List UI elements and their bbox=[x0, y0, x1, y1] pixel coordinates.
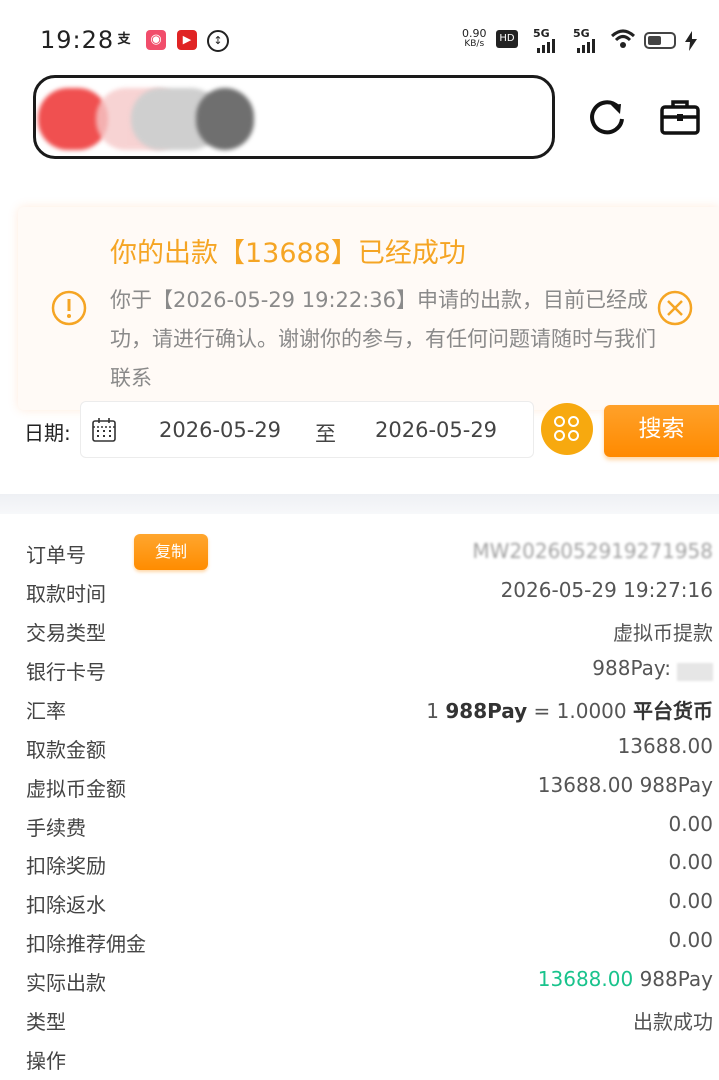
notification-title: 你的出款【13688】已经成功 bbox=[110, 238, 466, 269]
detail-label: 扣除返水 bbox=[26, 893, 106, 917]
warning-icon bbox=[51, 290, 87, 326]
redacted-card bbox=[677, 663, 713, 681]
app-notification-icon: ◉ bbox=[146, 30, 166, 50]
sim1-signal: 5G bbox=[533, 27, 555, 53]
rate-target: 平台货币 bbox=[633, 699, 713, 723]
detail-label: 扣除奖励 bbox=[26, 854, 106, 878]
signal-bars-icon bbox=[577, 39, 595, 53]
detail-value: 0.00 bbox=[668, 928, 713, 952]
detail-label: 订单号 bbox=[26, 543, 86, 567]
detail-row-status: 类型 出款成功 bbox=[0, 999, 719, 1037]
detail-label: 交易类型 bbox=[26, 621, 106, 645]
rate-prefix: 1 bbox=[426, 699, 440, 723]
account-banner[interactable] bbox=[33, 75, 555, 159]
net-speed: 0.90 KB/s bbox=[462, 28, 487, 50]
detail-value: 0.00 bbox=[668, 850, 713, 874]
charging-icon bbox=[685, 31, 697, 51]
detail-label: 扣除推荐佣金 bbox=[26, 932, 146, 956]
redacted-scribble bbox=[196, 88, 254, 150]
detail-value: 13688.00 bbox=[617, 734, 713, 758]
detail-label: 虚拟币金额 bbox=[26, 777, 126, 801]
video-app-icon: ▶ bbox=[177, 30, 197, 50]
detail-row-type: 交易类型 虚拟币提款 bbox=[0, 610, 719, 648]
net-speed-unit: KB/s bbox=[464, 39, 485, 49]
detail-row-time: 取款时间 2026-05-29 19:27:16 bbox=[0, 571, 719, 609]
date-range-separator: 至 bbox=[315, 422, 336, 446]
detail-value: 0.00 bbox=[668, 889, 713, 913]
status-bar: 19:28 支 ◉ ▶ ↕ 0.90 KB/s HD 5G 5G bbox=[0, 0, 719, 80]
grid-dot bbox=[568, 416, 579, 427]
clock: 19:28 bbox=[40, 26, 115, 54]
detail-label: 取款金额 bbox=[26, 738, 106, 762]
grid-dot bbox=[554, 430, 565, 441]
detail-value: 0.00 bbox=[668, 812, 713, 836]
detail-row-bonus-deduction: 扣除奖励 0.00 bbox=[0, 843, 719, 881]
payout-unit: 988Pay bbox=[639, 967, 713, 991]
date-label: 日期: bbox=[24, 421, 71, 445]
detail-label: 操作 bbox=[26, 1049, 66, 1073]
detail-row-rate: 汇率 1 988Pay = 1.0000 平台货币 bbox=[0, 688, 719, 726]
rate-coin: 988Pay bbox=[445, 699, 528, 723]
grid-dot bbox=[554, 416, 565, 427]
sim2-signal: 5G bbox=[573, 27, 595, 53]
detail-row-rebate-deduction: 扣除返水 0.00 bbox=[0, 882, 719, 920]
search-button[interactable]: 搜索 bbox=[604, 405, 719, 457]
detail-label: 银行卡号 bbox=[26, 660, 106, 684]
detail-row-actions: 操作 bbox=[0, 1038, 719, 1076]
battery-icon bbox=[644, 32, 676, 49]
detail-value: 988Pay: bbox=[592, 656, 671, 680]
detail-row-actual-payout: 实际出款 13688.00 988Pay bbox=[0, 960, 719, 998]
actual-payout: 13688.00 988Pay bbox=[538, 967, 713, 991]
detail-label: 实际出款 bbox=[26, 971, 106, 995]
detail-value: 2026-05-29 19:27:16 bbox=[500, 578, 713, 602]
rate-equals: = 1.0000 bbox=[533, 699, 627, 723]
payout-amount: 13688.00 bbox=[537, 967, 634, 991]
section-divider bbox=[0, 494, 719, 514]
battery-fill bbox=[648, 36, 661, 45]
detail-value: 虚拟币提款 bbox=[613, 621, 713, 645]
detail-row-referral-deduction: 扣除推荐佣金 0.00 bbox=[0, 921, 719, 959]
sync-status-icon: ↕ bbox=[207, 30, 229, 52]
detail-label: 类型 bbox=[26, 1010, 66, 1034]
date-range-picker[interactable]: 2026-05-29 至 2026-05-29 bbox=[80, 401, 534, 458]
refresh-icon[interactable] bbox=[585, 95, 629, 139]
copy-button[interactable]: 复制 bbox=[134, 534, 208, 570]
close-icon[interactable] bbox=[656, 289, 694, 327]
end-date[interactable]: 2026-05-29 bbox=[375, 418, 497, 442]
wallet-icon[interactable] bbox=[658, 95, 702, 139]
grid-dot bbox=[568, 430, 579, 441]
success-notification: 你的出款【13688】已经成功 你于【2026-05-29 19:22:36】申… bbox=[18, 207, 719, 410]
detail-value: 13688.00 988Pay bbox=[537, 773, 713, 797]
detail-row-card: 银行卡号 988Pay: bbox=[0, 649, 719, 687]
detail-label: 汇率 bbox=[26, 699, 66, 723]
wifi-icon bbox=[610, 29, 636, 48]
detail-label: 取款时间 bbox=[26, 582, 106, 606]
exchange-rate: 1 988Pay = 1.0000 平台货币 bbox=[426, 695, 713, 724]
detail-row-crypto-amount: 虚拟币金额 13688.00 988Pay bbox=[0, 766, 719, 804]
notification-body: 你于【2026-05-29 19:22:36】申请的出款，目前已经成功，请进行确… bbox=[110, 288, 656, 390]
start-date[interactable]: 2026-05-29 bbox=[159, 418, 281, 442]
signal-bars-icon bbox=[537, 39, 555, 53]
header bbox=[0, 70, 719, 186]
detail-label: 手续费 bbox=[26, 816, 86, 840]
detail-row-order-no: 订单号 复制 MW2026052919271958 bbox=[0, 532, 719, 570]
alipay-icon: 支 bbox=[117, 32, 131, 47]
net-speed-value: 0.90 bbox=[462, 27, 487, 40]
status-badge: 出款成功 bbox=[633, 1010, 713, 1034]
calendar-icon bbox=[92, 418, 116, 442]
hd-icon: HD bbox=[496, 30, 518, 48]
detail-row-amount: 取款金额 13688.00 bbox=[0, 727, 719, 765]
order-number: MW2026052919271958 bbox=[472, 539, 713, 563]
detail-row-fee: 手续费 0.00 bbox=[0, 805, 719, 843]
quick-select-button[interactable] bbox=[541, 403, 593, 455]
